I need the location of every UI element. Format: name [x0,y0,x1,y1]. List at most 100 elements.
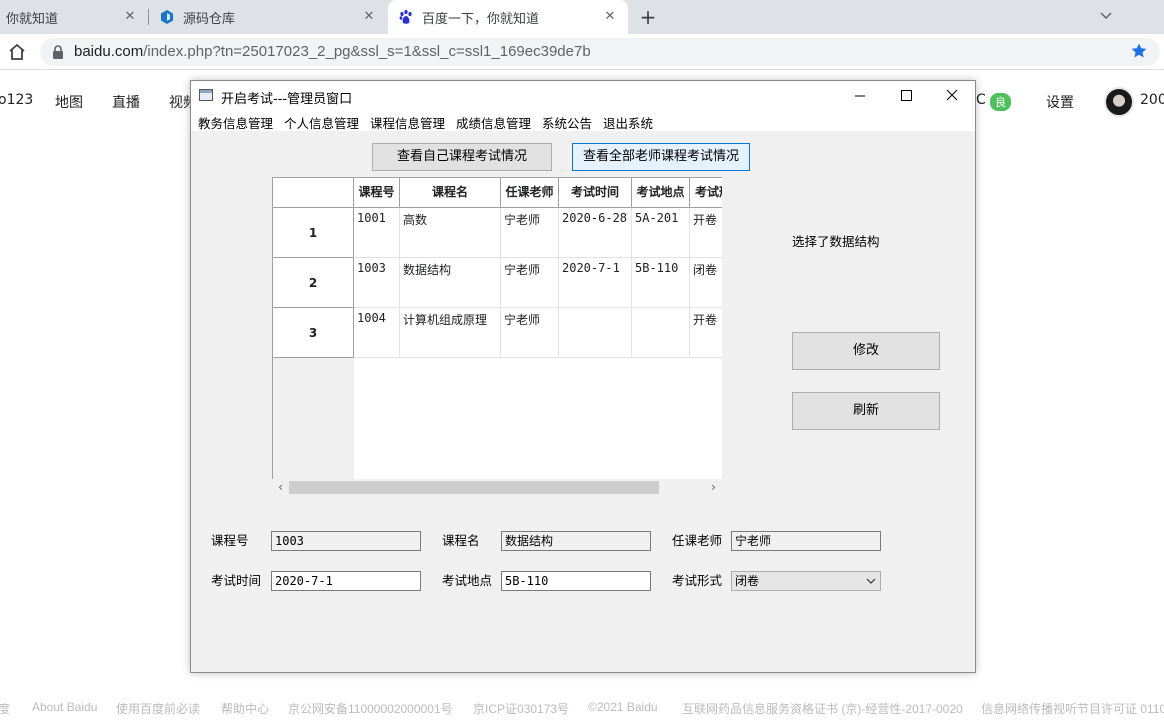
table-cell[interactable]: 闭卷 [690,258,722,308]
menu-item-course[interactable]: 课程信息管理 [370,113,445,132]
scroll-right-icon[interactable]: › [705,479,722,496]
column-header[interactable]: 任课老师 [501,177,559,208]
footer-link[interactable]: 京ICP证030173号 [473,700,569,717]
view-own-exams-button[interactable]: 查看自己课程考试情况 [372,143,552,171]
footer-link[interactable]: 互联网药品信息服务资格证书 (京)-经营性-2017-0020 [682,700,963,717]
table-cell[interactable]: 高数 [400,208,501,258]
column-header[interactable]: 考试时间 [559,177,632,208]
menu-item-grades[interactable]: 成绩信息管理 [456,113,531,132]
exam-place-label: 考试地点 [442,573,493,588]
nav-item-map[interactable]: 地图 [55,92,83,112]
scrollbar-thumb[interactable] [289,481,659,494]
maximize-icon[interactable] [883,81,929,111]
modify-button[interactable]: 修改 [792,332,940,370]
baidu-paw-icon [399,9,412,24]
repo-favicon-icon [161,10,173,24]
footer-link[interactable]: 信息网络传播视听节目许可证 0110 [981,700,1164,717]
tab-3-title: 百度一下，你就知道 [422,11,540,27]
column-header[interactable]: 考试地点 [632,177,690,208]
course-id-label: 课程号 [211,533,249,548]
admin-window: 开启考试---管理员窗口 教务信息管理 个人信息管理 课程信息管理 成绩信息管理… [190,80,976,673]
table-cell[interactable] [632,308,690,358]
table-cell[interactable]: 宁老师 [501,208,559,258]
exam-form-value: 闭卷 [735,574,760,588]
row-header[interactable]: 3 [273,308,354,358]
horizontal-scrollbar[interactable]: ‹ › [272,479,722,496]
table-cell[interactable]: 1001 [354,208,400,258]
table-cell[interactable]: 1003 [354,258,400,308]
row-header[interactable]: 2 [273,258,354,308]
table-cell[interactable]: 宁老师 [501,258,559,308]
avatar[interactable] [1104,87,1134,117]
close-icon[interactable] [929,81,975,111]
tab-2[interactable]: 源码仓库 ✕ [149,0,387,34]
chevron-down-icon[interactable] [866,576,876,586]
table-cell[interactable]: 数据结构 [400,258,501,308]
course-id-field[interactable]: 1003 [271,531,421,551]
footer-link[interactable]: 京公网安备11000002000001号 [288,700,453,717]
weather-badge: 良 [990,93,1011,111]
table-cell[interactable]: 1004 [354,308,400,358]
table-cell[interactable]: 2020-7-1 [559,258,632,308]
nav-item-live[interactable]: 直播 [112,92,140,112]
menu-item-academic[interactable]: 教务信息管理 [198,113,273,132]
column-header[interactable]: 考试形式 [690,177,722,208]
teacher-label: 任课老师 [672,533,723,548]
table-cell[interactable]: 5A-201 [632,208,690,258]
view-all-exams-button[interactable]: 查看全部老师课程考试情况 [572,143,750,171]
footer-link[interactable]: About Baidu [32,700,97,714]
tab-1-title: 你就知道 [6,11,59,27]
nav-item-user[interactable]: 200 [1140,92,1164,108]
baidu-footer: 度 About Baidu 使用百度前必读 帮助中心 京公网安备11000002… [0,700,1164,716]
column-header[interactable]: 课程名 [400,177,501,208]
exam-table[interactable]: 课程号 课程名 任课老师 考试时间 考试地点 考试形式 1 2 3 1001 高… [272,177,722,495]
table-cell[interactable]: 宁老师 [501,308,559,358]
close-icon[interactable]: ✕ [602,9,618,25]
exam-place-field[interactable]: 5B-110 [501,571,651,591]
refresh-button[interactable]: 刷新 [792,392,940,430]
menu-item-personal[interactable]: 个人信息管理 [284,113,359,132]
menu-item-exit[interactable]: 退出系统 [603,113,653,132]
table-empty-area [273,358,354,495]
selection-status: 选择了数据结构 [792,234,880,249]
window-app-icon [199,89,213,101]
exam-time-field[interactable]: 2020-7-1 [271,571,421,591]
minimize-icon[interactable] [837,81,883,111]
window-titlebar[interactable]: 开启考试---管理员窗口 [191,81,975,111]
table-corner[interactable] [273,177,354,208]
exam-form-select[interactable]: 闭卷 [731,571,881,591]
nav-item-settings[interactable]: 设置 [1046,92,1074,112]
menu-bar: 教务信息管理 个人信息管理 课程信息管理 成绩信息管理 系统公告 退出系统 [191,111,975,131]
nav-item[interactable]: o123 [0,92,33,108]
table-cell[interactable]: 开卷 [690,308,722,358]
chevron-down-icon[interactable] [1097,6,1115,24]
nav-item-partial[interactable]: C [976,92,986,108]
tab-1[interactable]: 你就知道 ✕ [0,0,148,34]
browser-toolbar: baidu.com/index.php?tn=25017023_2_pg&ssl… [0,34,1164,70]
table-cell[interactable] [559,308,632,358]
footer-link[interactable]: 度 [0,700,10,717]
star-icon[interactable] [1130,42,1148,60]
table-cell[interactable]: 5B-110 [632,258,690,308]
menu-item-notice[interactable]: 系统公告 [542,113,592,132]
exam-time-label: 考试时间 [211,573,262,588]
table-cell[interactable]: 2020-6-28 [559,208,632,258]
footer-link[interactable]: 使用百度前必读 [116,700,200,717]
lock-icon[interactable] [52,45,64,59]
close-icon[interactable]: ✕ [122,9,138,25]
url-path: /index.php?tn=25017023_2_pg&ssl_s=1&ssl_… [143,43,591,60]
new-tab-button[interactable]: + [637,6,659,28]
footer-copyright: ©2021 Baidu [588,700,658,714]
table-cell[interactable]: 开卷 [690,208,722,258]
column-header[interactable]: 课程号 [354,177,400,208]
course-name-field[interactable]: 数据结构 [501,531,651,551]
home-icon[interactable] [6,41,28,63]
scroll-left-icon[interactable]: ‹ [272,479,289,496]
tab-3[interactable]: 百度一下，你就知道 ✕ [388,0,628,34]
footer-link[interactable]: 帮助中心 [221,700,269,717]
row-header[interactable]: 1 [273,208,354,258]
teacher-field[interactable]: 宁老师 [731,531,881,551]
close-icon[interactable]: ✕ [361,9,377,25]
table-cell[interactable]: 计算机组成原理 [400,308,501,358]
address-bar[interactable]: baidu.com/index.php?tn=25017023_2_pg&ssl… [40,38,1160,66]
